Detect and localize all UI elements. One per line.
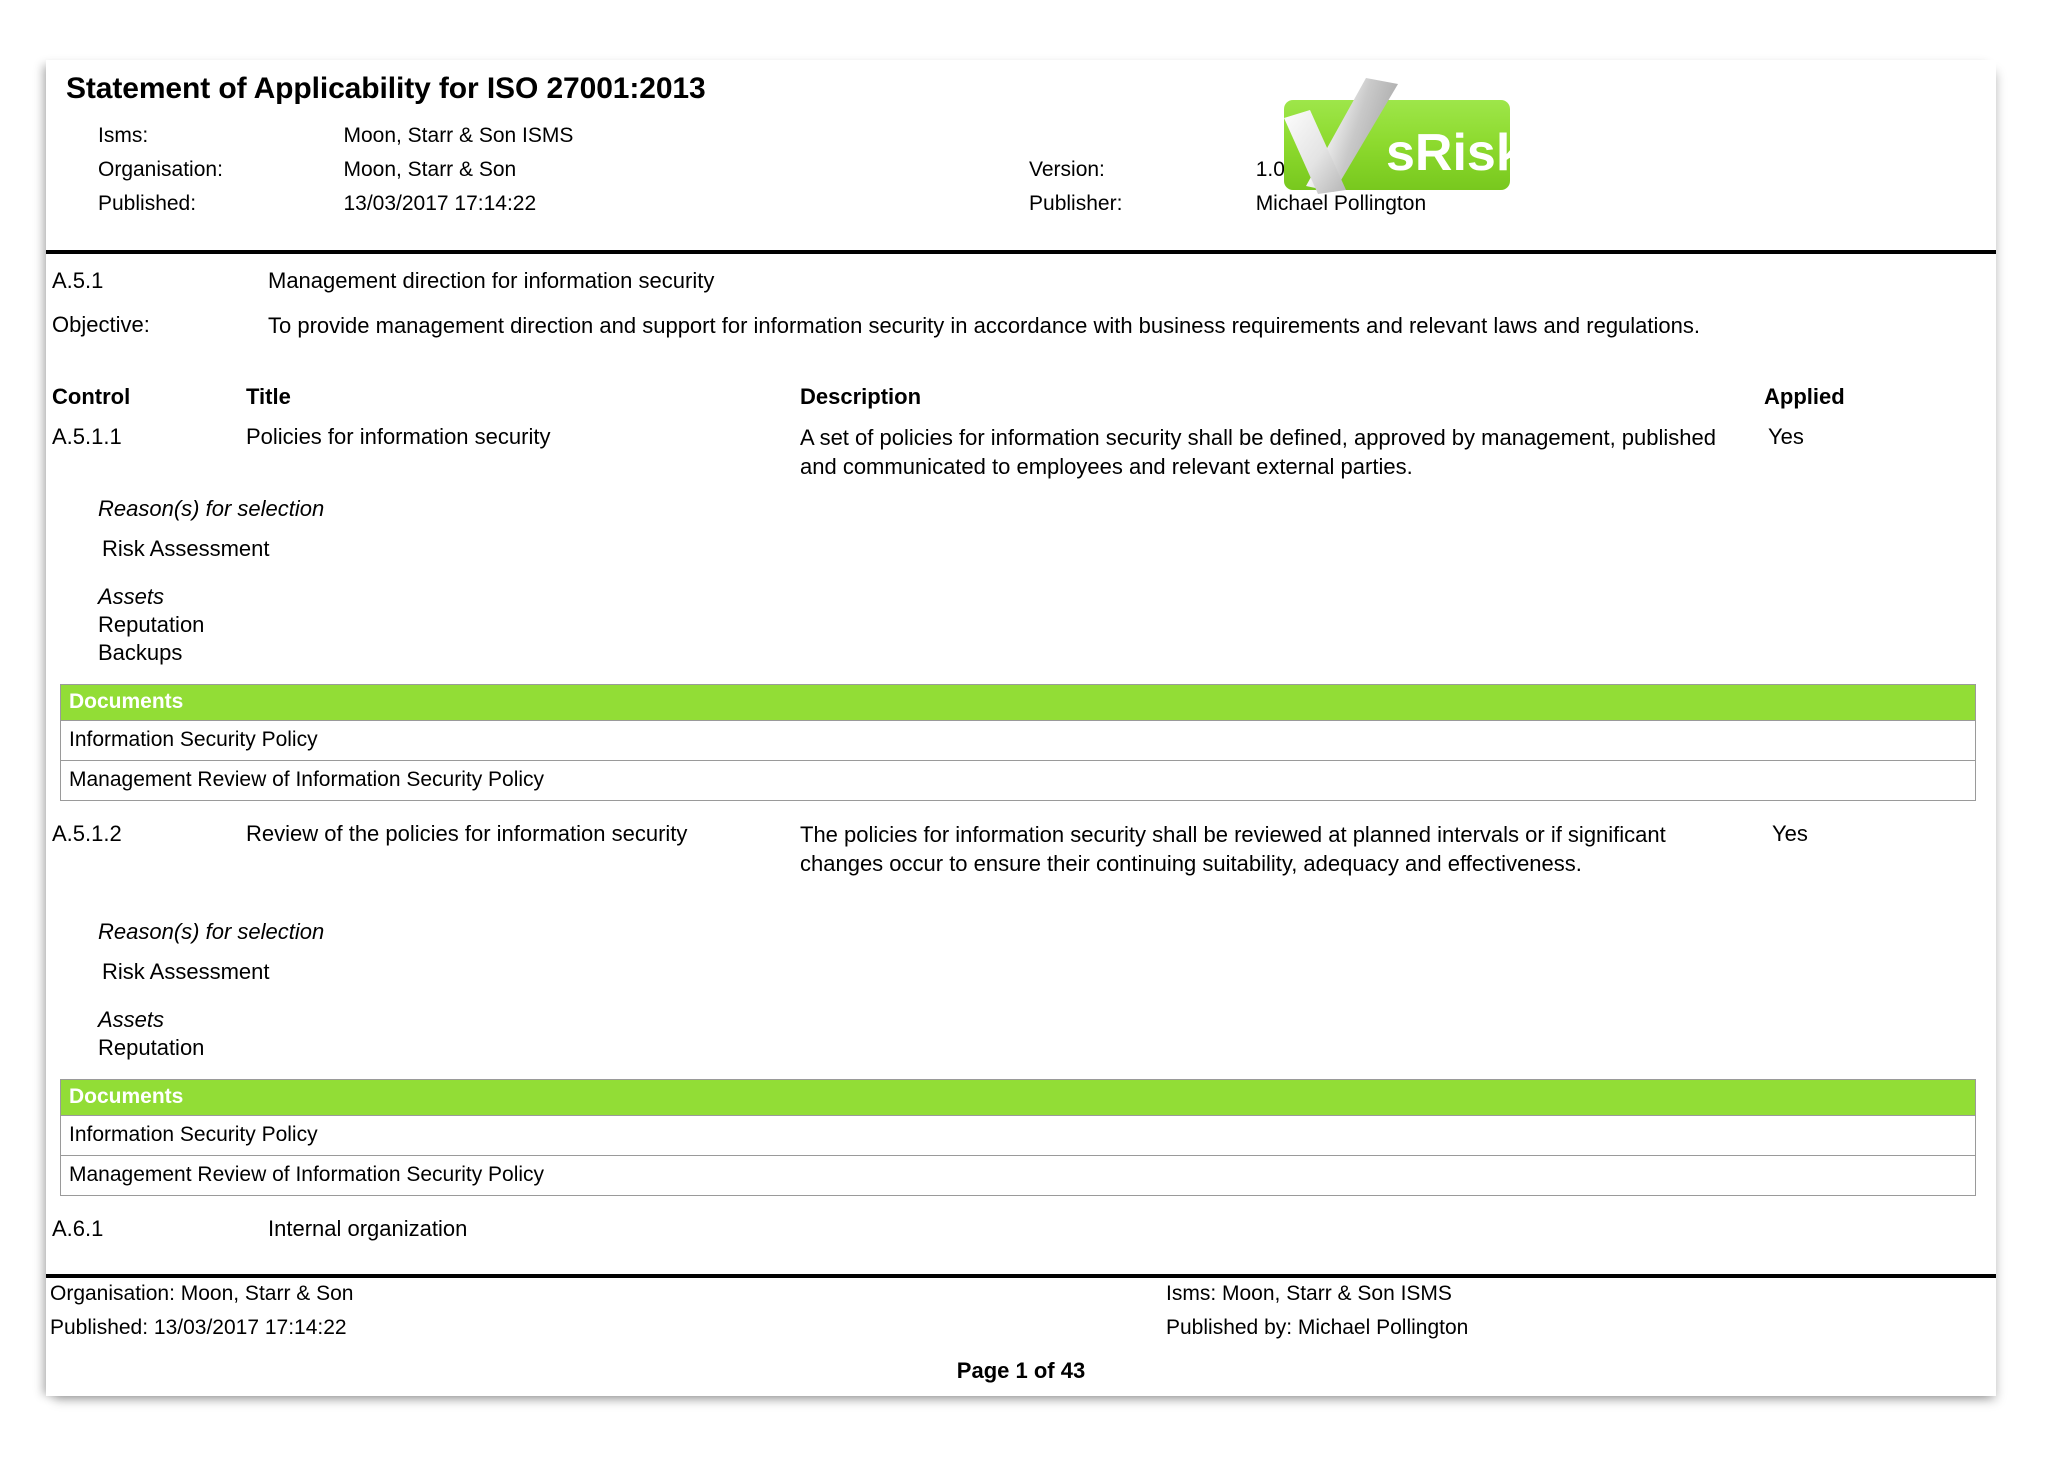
section-a51: A.5.1 Management direction for informati… <box>46 250 1996 306</box>
section-a61-code: A.6.1 <box>52 1216 104 1241</box>
document-name[interactable]: Information Security Policy <box>60 1115 1976 1156</box>
table-row[interactable]: Management Review of Information Securit… <box>60 760 1976 801</box>
footer-divider <box>46 1274 1996 1278</box>
vsrisk-logo: sRisk <box>1262 78 1518 196</box>
section-a61: A.6.1 Internal organization <box>46 1216 1996 1264</box>
asset-item: Reputation <box>98 1035 205 1060</box>
page-content: Statement of Applicability for ISO 27001… <box>46 60 1996 1396</box>
organisation-value: Moon, Starr & Son <box>343 158 517 181</box>
isms-label: Isms: <box>98 124 149 147</box>
objective-label: Objective: <box>52 312 150 337</box>
section-a51-name: Management direction for information sec… <box>268 268 715 293</box>
vsrisk-logo-icon: sRisk <box>1284 78 1518 194</box>
column-header-title: Title <box>246 384 291 409</box>
publisher-label: Publisher: <box>1029 192 1123 215</box>
column-header-control: Control <box>52 384 131 409</box>
control-code: A.5.1.2 <box>52 821 122 846</box>
reason-item: Risk Assessment <box>102 536 270 561</box>
reasons-heading: Reason(s) for selection <box>98 496 325 521</box>
reason-item: Risk Assessment <box>102 959 270 984</box>
section-a51-code: A.5.1 <box>52 268 104 293</box>
table-row[interactable]: Management Review of Information Securit… <box>60 1155 1976 1196</box>
table-row[interactable]: Information Security Policy <box>60 720 1976 761</box>
footer-page-number: Page 1 of 43 <box>956 1358 1086 1383</box>
documents-table: Documents Information Security Policy Ma… <box>60 684 1976 801</box>
documents-table-header-row: Documents <box>60 1079 1976 1116</box>
asset-item: Reputation <box>98 612 205 637</box>
objective-text: To provide management direction and supp… <box>268 313 1700 338</box>
section-a61-name: Internal organization <box>268 1216 468 1241</box>
asset-item: Backups <box>98 640 183 665</box>
document-name[interactable]: Management Review of Information Securit… <box>60 1155 1976 1196</box>
control-applied: Yes <box>1772 821 1808 846</box>
column-header-applied: Applied <box>1764 384 1845 409</box>
isms-value: Moon, Starr & Son ISMS <box>343 124 574 147</box>
table-column-headers: Control Title Description Applied <box>46 384 1996 418</box>
footer-published: Published: 13/03/2017 17:14:22 <box>50 1316 347 1339</box>
footer-left: Organisation: Moon, Starr & Son Publishe… <box>50 1282 354 1350</box>
control-row: A.5.1.1 Policies for information securit… <box>46 418 1996 490</box>
published-label: Published: <box>98 192 197 215</box>
control-title: Policies for information security <box>246 424 551 449</box>
column-header-description: Description <box>800 384 922 409</box>
meta-spacer-1 <box>1029 120 1256 154</box>
footer-right: Isms: Moon, Starr & Son ISMS Published b… <box>1166 1282 1468 1350</box>
assets-heading: Assets <box>98 584 165 609</box>
assets-heading: Assets <box>98 1007 165 1032</box>
documents-table: Documents Information Security Policy Ma… <box>60 1079 1976 1196</box>
version-label: Version: <box>1029 158 1105 181</box>
documents-table-header-row: Documents <box>60 684 1976 721</box>
document-name[interactable]: Management Review of Information Securit… <box>60 760 1976 801</box>
control-code: A.5.1.1 <box>52 424 122 449</box>
control-applied: Yes <box>1768 424 1804 449</box>
document-page: Statement of Applicability for ISO 27001… <box>46 60 1996 1396</box>
published-value: 13/03/2017 17:14:22 <box>343 192 537 215</box>
document-body: A.5.1 Management direction for informati… <box>46 250 1996 1264</box>
objective-row: Objective: To provide management directi… <box>46 306 1996 384</box>
control-description: A set of policies for information securi… <box>800 425 1716 479</box>
footer-organisation: Organisation: Moon, Starr & Son <box>50 1282 354 1305</box>
organisation-label: Organisation: <box>98 158 223 181</box>
reasons-heading: Reason(s) for selection <box>98 919 325 944</box>
footer-published-by: Published by: Michael Pollington <box>1166 1316 1469 1339</box>
svg-text:sRisk: sRisk <box>1386 124 1518 182</box>
table-row[interactable]: Information Security Policy <box>60 1115 1976 1156</box>
control-description: The policies for information security sh… <box>800 822 1666 876</box>
footer-isms: Isms: Moon, Starr & Son ISMS <box>1166 1282 1452 1305</box>
document-name[interactable]: Information Security Policy <box>60 720 1976 761</box>
control-title: Review of the policies for information s… <box>246 821 688 846</box>
documents-header: Documents <box>60 684 1976 721</box>
control-row: A.5.1.2 Review of the policies for infor… <box>46 819 1996 919</box>
documents-header: Documents <box>60 1079 1976 1116</box>
page-title: Statement of Applicability for ISO 27001… <box>66 72 706 105</box>
